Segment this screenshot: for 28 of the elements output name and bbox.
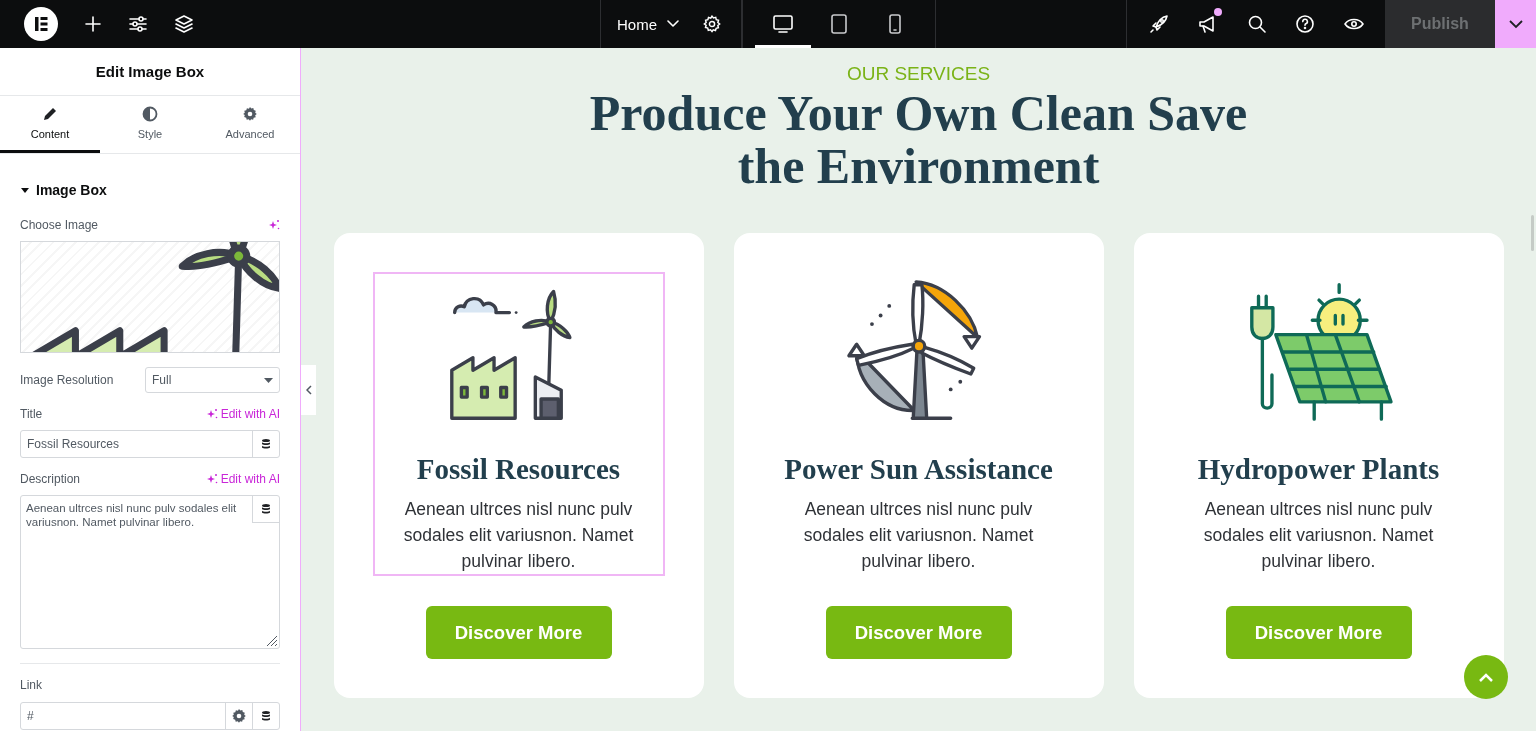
resolution-select[interactable]: Full xyxy=(145,367,280,393)
field-label: Link xyxy=(20,678,42,692)
card-title: Hydropower Plants xyxy=(1197,453,1440,486)
section-heading: Produce Your Own Clean Save the Environment xyxy=(588,87,1249,193)
field-label: Image Resolution xyxy=(20,373,114,387)
card-title: Fossil Resources xyxy=(416,453,621,486)
card-description: Aenean ultrces nisl nunc pulv sodales elit variusnon. Namet pulvinar libero. xyxy=(402,498,635,573)
section-toggle[interactable]: Image Box xyxy=(20,154,107,218)
link-input[interactable]: # xyxy=(20,702,280,730)
field-label: Choose Image xyxy=(20,218,99,232)
title-input[interactable]: Fossil Resources xyxy=(20,430,280,458)
description-textarea[interactable]: Aenean ultrces nisl nunc pulv sodales elit variusnon. Namet pulvinar libero. xyxy=(20,495,280,649)
panel-tab[interactable]: Style xyxy=(100,96,200,153)
section-eyebrow: OUR SERVICES xyxy=(846,63,991,85)
field-label: Description xyxy=(20,472,81,486)
edit-with-ai-link[interactable]: Edit with AI xyxy=(205,472,280,486)
image-box[interactable]: Power Sun Assistance Aenean ultrces nisl nunc pulv sodales elit variusnon. Namet pulvinar libero. xyxy=(772,272,1065,576)
card-description: Aenean ultrces nisl nunc pulv sodales elit variusnon. Namet pulvinar libero. xyxy=(802,498,1035,573)
card-description: Aenean ultrces nisl nunc pulv sodales elit variusnon. Namet pulvinar libero. xyxy=(1202,498,1435,573)
field-label: Title xyxy=(20,407,43,421)
panel-title: Edit Image Box xyxy=(95,63,205,80)
panel-tab[interactable]: Advanced xyxy=(200,96,300,153)
page-menu[interactable]: Home xyxy=(601,0,695,48)
edit-with-ai-link[interactable]: Edit with AI xyxy=(205,407,280,421)
image-box[interactable]: Hydropower Plants Aenean ultrces nisl nunc pulv sodales elit variusnon. Namet pulvinar libero. xyxy=(1172,272,1465,576)
panel-tab[interactable]: Content xyxy=(0,96,100,153)
card-title: Power Sun Assistance xyxy=(784,453,1053,486)
image-box[interactable]: Fossil Resources Aenean ultrces nisl nunc pulv sodales elit variusnon. Namet pulvinar libero. xyxy=(372,272,665,576)
